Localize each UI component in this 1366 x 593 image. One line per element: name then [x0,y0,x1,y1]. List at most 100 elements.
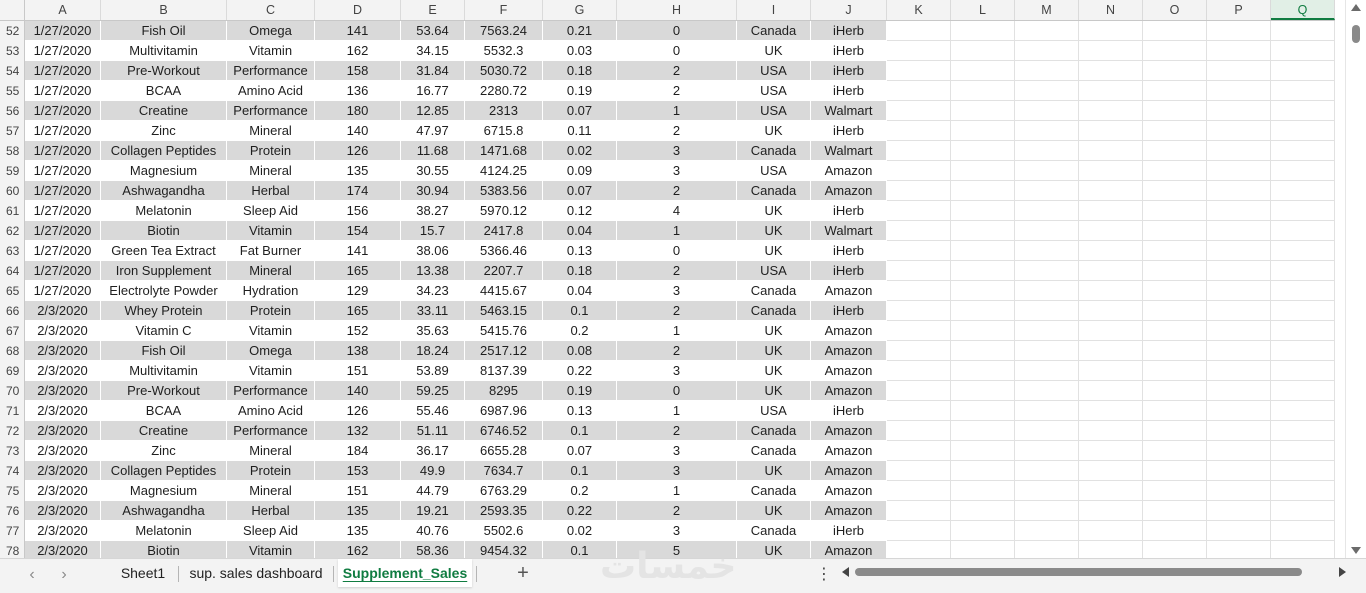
cell-f[interactable]: 6763.29 [465,481,543,501]
cell-e[interactable]: 30.55 [401,161,465,181]
cell-c[interactable]: Hydration [227,281,315,301]
cell-j[interactable]: iHerb [811,241,887,261]
cell-a[interactable]: 1/27/2020 [25,141,101,161]
cell-j[interactable]: Amazon [811,381,887,401]
cell-e[interactable]: 53.64 [401,21,465,41]
add-sheet-button[interactable]: + [513,563,533,583]
cell-b[interactable]: Collagen Peptides [101,461,227,481]
empty-cell[interactable] [1207,461,1271,481]
empty-cell[interactable] [887,521,951,541]
cell-g[interactable]: 0.02 [543,141,617,161]
row-header[interactable]: 72 [0,421,25,441]
empty-cell[interactable] [887,501,951,521]
row-header[interactable]: 54 [0,61,25,81]
row-header[interactable]: 55 [0,81,25,101]
empty-cell[interactable] [1207,161,1271,181]
cell-c[interactable]: Performance [227,101,315,121]
row-header[interactable]: 75 [0,481,25,501]
cell-e[interactable]: 30.94 [401,181,465,201]
cell-i[interactable]: Canada [737,421,811,441]
empty-cell[interactable] [1271,261,1335,281]
empty-cell[interactable] [1015,261,1079,281]
cell-b[interactable]: Green Tea Extract [101,241,227,261]
cell-f[interactable]: 7634.7 [465,461,543,481]
cell-b[interactable]: Biotin [101,541,227,558]
cell-g[interactable]: 0.12 [543,201,617,221]
cell-h[interactable]: 2 [617,61,737,81]
cell-a[interactable]: 1/27/2020 [25,101,101,121]
empty-cell[interactable] [1079,241,1143,261]
cell-e[interactable]: 38.27 [401,201,465,221]
cell-d[interactable]: 140 [315,121,401,141]
empty-cell[interactable] [887,61,951,81]
cell-b[interactable]: Melatonin [101,521,227,541]
cell-d[interactable]: 162 [315,541,401,558]
cell-c[interactable]: Amino Acid [227,401,315,421]
empty-cell[interactable] [887,161,951,181]
cell-h[interactable]: 4 [617,201,737,221]
empty-cell[interactable] [1207,481,1271,501]
select-all-corner[interactable] [0,0,25,20]
empty-cell[interactable] [887,301,951,321]
empty-cell[interactable] [1143,281,1207,301]
horizontal-scrollbar[interactable] [838,563,1348,581]
cell-h[interactable]: 1 [617,221,737,241]
cell-g[interactable]: 0.1 [543,461,617,481]
cell-a[interactable]: 1/27/2020 [25,201,101,221]
cell-f[interactable]: 5415.76 [465,321,543,341]
empty-cell[interactable] [1207,241,1271,261]
empty-cell[interactable] [1079,401,1143,421]
cell-g[interactable]: 0.11 [543,121,617,141]
horizontal-scroll-thumb[interactable] [855,568,1302,576]
cell-c[interactable]: Herbal [227,181,315,201]
empty-cell[interactable] [1271,421,1335,441]
empty-cell[interactable] [1271,121,1335,141]
cell-d[interactable]: 135 [315,521,401,541]
empty-cell[interactable] [951,261,1015,281]
cell-i[interactable]: UK [737,341,811,361]
empty-cell[interactable] [1015,121,1079,141]
empty-cell[interactable] [1015,401,1079,421]
cell-a[interactable]: 2/3/2020 [25,381,101,401]
cell-i[interactable]: UK [737,121,811,141]
cell-h[interactable]: 0 [617,41,737,61]
cell-j[interactable]: Amazon [811,541,887,558]
cell-g[interactable]: 0.19 [543,381,617,401]
cell-c[interactable]: Performance [227,381,315,401]
cell-h[interactable]: 3 [617,361,737,381]
cell-a[interactable]: 2/3/2020 [25,541,101,558]
cell-g[interactable]: 0.04 [543,221,617,241]
cell-c[interactable]: Mineral [227,481,315,501]
empty-cell[interactable] [1079,501,1143,521]
row-header[interactable]: 57 [0,121,25,141]
empty-cell[interactable] [951,281,1015,301]
empty-cell[interactable] [1079,341,1143,361]
cell-c[interactable]: Fat Burner [227,241,315,261]
cell-c[interactable]: Vitamin [227,361,315,381]
empty-cell[interactable] [1271,81,1335,101]
cell-c[interactable]: Protein [227,141,315,161]
empty-cell[interactable] [1079,121,1143,141]
empty-cell[interactable] [951,141,1015,161]
cell-e[interactable]: 35.63 [401,321,465,341]
row-header[interactable]: 61 [0,201,25,221]
empty-cell[interactable] [1015,301,1079,321]
cell-j[interactable]: iHerb [811,21,887,41]
empty-cell[interactable] [1079,481,1143,501]
vertical-scrollbar[interactable] [1345,0,1366,558]
empty-cell[interactable] [1015,521,1079,541]
cell-b[interactable]: Magnesium [101,161,227,181]
spreadsheet-grid[interactable]: ABCDEFGHIJKLMNOPQ 52 1/27/2020 Fish Oil Ome… [0,0,1345,558]
row-header[interactable]: 78 [0,541,25,558]
column-header-l[interactable]: L [951,0,1015,20]
cell-c[interactable]: Mineral [227,261,315,281]
cell-e[interactable]: 34.15 [401,41,465,61]
vertical-scroll-thumb[interactable] [1352,25,1360,43]
cell-c[interactable]: Mineral [227,121,315,141]
cell-j[interactable]: Amazon [811,361,887,381]
cell-g[interactable]: 0.2 [543,321,617,341]
row-header[interactable]: 70 [0,381,25,401]
empty-cell[interactable] [1015,41,1079,61]
row-header[interactable]: 53 [0,41,25,61]
cell-c[interactable]: Omega [227,21,315,41]
